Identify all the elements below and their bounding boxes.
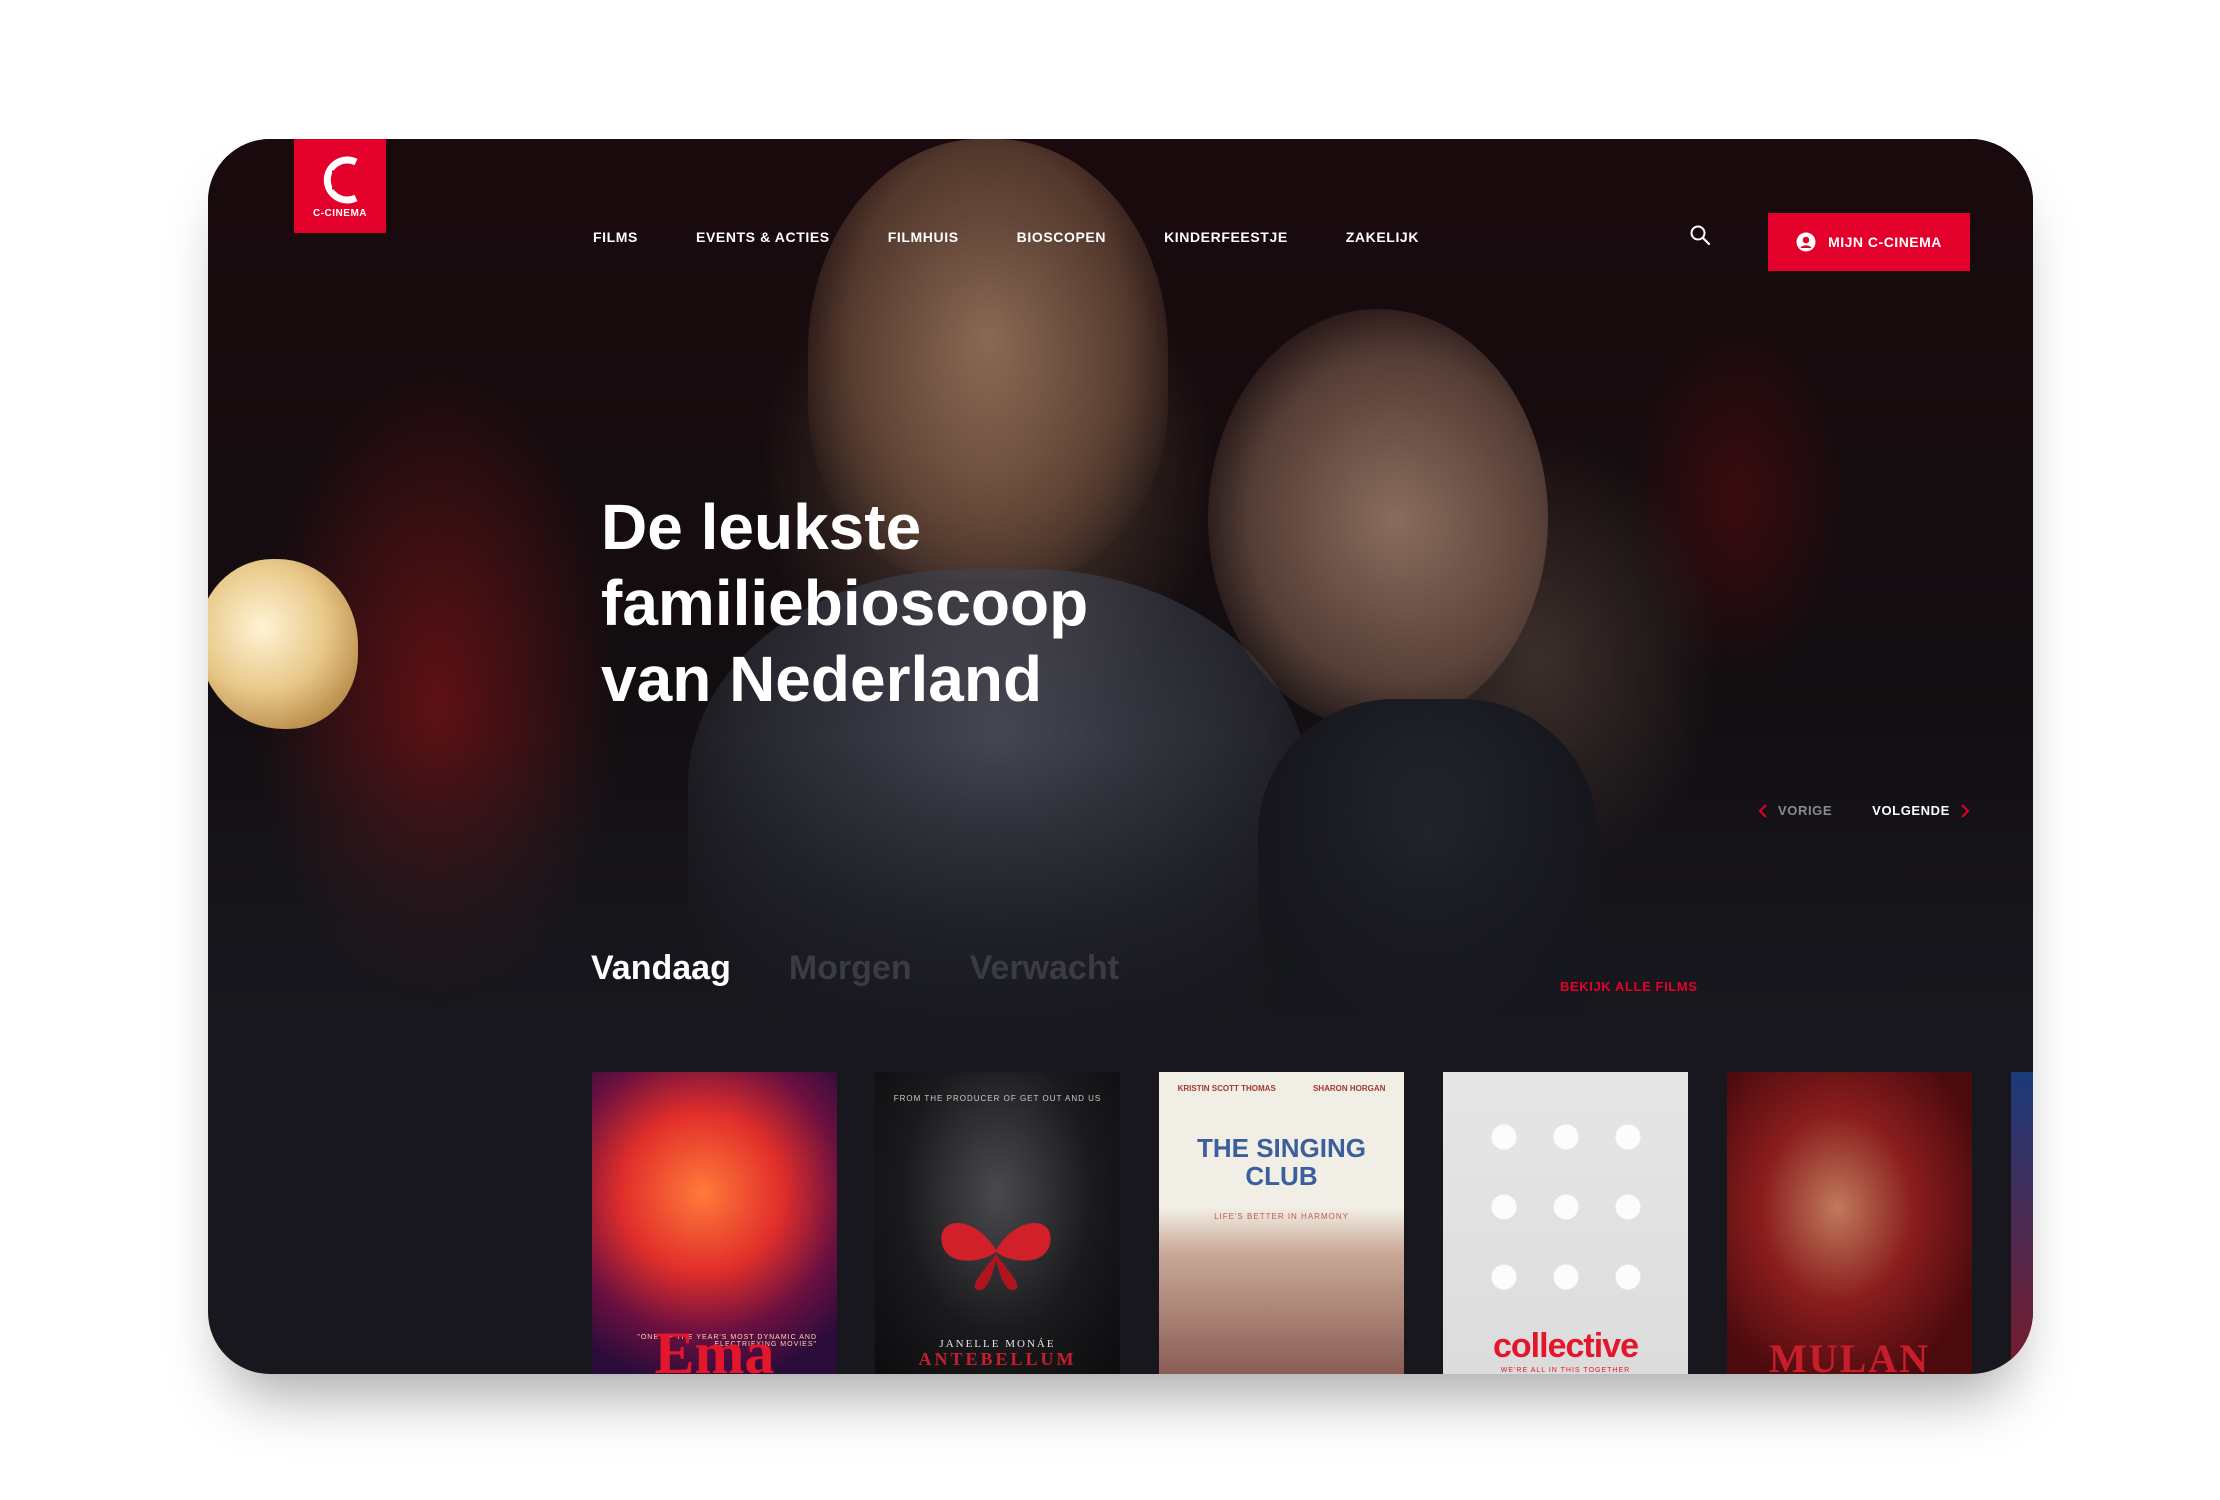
nav-item-filmhuis[interactable]: FILMHUIS	[888, 229, 959, 245]
movie-poster-partial[interactable]	[2011, 1072, 2033, 1374]
movie-poster-ema[interactable]: "ONE OF THE YEAR'S MOST DYNAMIC AND ELEC…	[592, 1072, 837, 1374]
prev-slide-label: VORIGE	[1778, 803, 1833, 818]
poster-tagline: LIFE'S BETTER IN HARMONY	[1214, 1212, 1349, 1221]
next-slide-button[interactable]: VOLGENDE	[1872, 803, 1970, 818]
hero-girl	[1208, 309, 1548, 729]
tab-morgen[interactable]: Morgen	[789, 949, 912, 988]
poster-cast-name: KRISTIN SCOTT THOMAS	[1177, 1084, 1276, 1093]
hero-title-line-3: van Nederland	[601, 643, 1043, 715]
hero-slider-controls: VORIGE VOLGENDE	[1758, 803, 1970, 818]
movie-poster-mulan[interactable]: MULAN	[1727, 1072, 1972, 1374]
nav-item-bioscopen[interactable]: BIOSCOPEN	[1017, 229, 1106, 245]
c-logo-icon	[323, 156, 358, 203]
logo[interactable]: C-CINEMA	[294, 139, 386, 233]
poster-cast: KRISTIN SCOTT THOMAS SHARON HORGAN	[1159, 1084, 1404, 1093]
hero-title: De leukste familiebioscoop van Nederland	[601, 489, 1221, 717]
tab-vandaag[interactable]: Vandaag	[591, 949, 731, 988]
popcorn-decoration	[208, 559, 358, 729]
poster-title: ANTEBELLUM	[918, 1349, 1077, 1369]
movie-poster-singing-club[interactable]: KRISTIN SCOTT THOMAS SHARON HORGAN THE S…	[1159, 1072, 1404, 1374]
app-window: C-CINEMA FILMS EVENTS & ACTIES FILMHUIS …	[208, 139, 2033, 1374]
my-account-label: MIJN C-CINEMA	[1828, 234, 1942, 250]
user-circle-icon	[1796, 232, 1816, 252]
prev-slide-button[interactable]: VORIGE	[1758, 803, 1832, 818]
hero-fade	[208, 739, 2033, 1059]
nav-item-films[interactable]: FILMS	[593, 229, 638, 245]
poster-tagline: WE'RE ALL IN THIS TOGETHER	[1500, 1367, 1631, 1374]
movie-poster-collective[interactable]: collective WE'RE ALL IN THIS TOGETHER	[1443, 1072, 1688, 1374]
search-icon[interactable]	[1688, 223, 1712, 247]
poster-cast-name: SHARON HORGAN	[1312, 1084, 1386, 1093]
main-nav: FILMS EVENTS & ACTIES FILMHUIS BIOSCOPEN…	[593, 229, 1477, 245]
logo-text: C-CINEMA	[313, 207, 367, 219]
poster-title: THE SINGING CLUB	[1196, 1133, 1366, 1191]
poster-title: MULAN	[1768, 1336, 1931, 1374]
poster-figures	[1473, 1102, 1658, 1312]
hero-title-line-2: familiebioscoop	[601, 567, 1089, 639]
movie-poster-antebellum[interactable]: FROM THE PRODUCER OF GET OUT AND US JANE…	[875, 1072, 1120, 1374]
chevron-left-icon	[1758, 803, 1767, 818]
my-account-button[interactable]: MIJN C-CINEMA	[1768, 213, 1970, 271]
hero-title-line-1: De leukste	[601, 491, 922, 563]
schedule-tabs: Vandaag Morgen Verwacht	[591, 949, 1119, 988]
poster-title: collective	[1493, 1327, 1639, 1365]
butterfly-icon	[941, 1222, 1051, 1291]
poster-tagline: FROM THE PRODUCER OF GET OUT AND US	[893, 1094, 1102, 1103]
nav-item-zakelijk[interactable]: ZAKELIJK	[1346, 229, 1419, 245]
movie-poster-row: "ONE OF THE YEAR'S MOST DYNAMIC AND ELEC…	[592, 1072, 2033, 1374]
nav-item-kinderfeestje[interactable]: KINDERFEESTJE	[1164, 229, 1288, 245]
next-slide-label: VOLGENDE	[1872, 803, 1950, 818]
nav-item-events[interactable]: EVENTS & ACTIES	[696, 229, 830, 245]
tab-verwacht[interactable]: Verwacht	[970, 949, 1119, 988]
chevron-right-icon	[1961, 803, 1970, 818]
poster-title: Ema	[654, 1320, 775, 1374]
view-all-films-link[interactable]: BEKIJK ALLE FILMS	[1560, 979, 1698, 994]
